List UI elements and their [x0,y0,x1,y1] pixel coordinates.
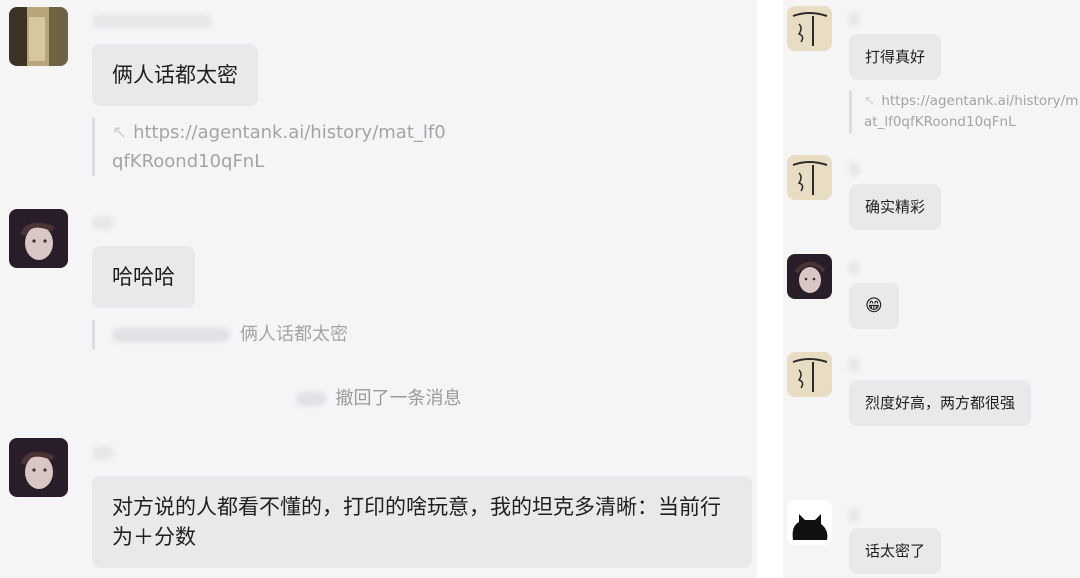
chat-panel-right[interactable]: 打得真好 ↖ https://agentank.ai/history/mat_lf… [783,0,1080,578]
chat-panel-left[interactable]: 俩人话都太密 ↖ https://agentank.ai/history/mat_… [0,0,757,578]
avatar-sketch-icon [787,6,832,51]
quote-sender-blurred [112,328,230,342]
reply-quote[interactable]: ↖ https://agentank.ai/history/mat_lf0qfKR… [92,118,452,176]
message-bubble[interactable]: 确实精彩 [849,184,942,230]
avatar[interactable] [787,254,832,299]
message-bubble[interactable]: 哈哈哈 [92,246,195,308]
link-icon: ↖ [864,93,876,109]
avatar-portrait-icon [9,438,68,497]
message-bubble[interactable]: 对方说的人都看不懂的，打印的啥玩意，我的坦克多清晰：当前行为＋分数 [92,476,752,568]
avatar-photo-icon [9,7,68,66]
avatar-sketch-icon [787,155,832,200]
avatar-portrait-icon [787,254,832,299]
avatar[interactable] [787,155,832,200]
avatar-sketch-icon [787,352,832,397]
reply-quote[interactable]: ↖ https://agentank.ai/history/mat_lf0qfKR… [849,91,1080,133]
sender-name-blurred [848,12,860,26]
sender-name-blurred [848,162,860,176]
message-bubble[interactable]: 俩人话都太密 [92,44,258,106]
avatar[interactable] [787,6,832,51]
sender-name-blurred [848,358,860,372]
avatar[interactable] [9,438,68,497]
message-bubble-emoji[interactable]: 😁 [849,283,899,329]
sender-name-blurred [92,446,114,460]
message-bubble[interactable]: 话太密了 [849,528,942,574]
avatar[interactable] [787,352,832,397]
avatar[interactable] [787,500,832,545]
message-bubble[interactable]: 烈度好高，两方都很强 [849,380,1032,426]
message-bubble[interactable]: 打得真好 [849,34,942,80]
sender-name-blurred [92,216,114,230]
sender-name-blurred [848,508,860,522]
quote-link-text[interactable]: https://agentank.ai/history/mat_lf0qfKRo… [112,122,446,172]
avatar-portrait-icon [9,209,68,268]
avatar[interactable] [9,209,68,268]
system-recall-notice: 撤回了一条消息 [0,386,757,412]
sender-name-blurred [848,261,860,275]
quote-link-text[interactable]: https://agentank.ai/history/mat_lf0qfKRo… [864,93,1078,130]
avatar-cat-icon [787,500,832,545]
recall-sender-blurred [295,392,326,406]
sender-name-blurred [92,14,212,28]
reply-quote[interactable]: 俩人话都太密 [92,320,348,349]
quote-text: 俩人话都太密 [240,324,348,345]
link-icon: ↖ [112,122,128,143]
avatar[interactable] [9,7,68,66]
recall-text: 撤回了一条消息 [335,388,462,409]
